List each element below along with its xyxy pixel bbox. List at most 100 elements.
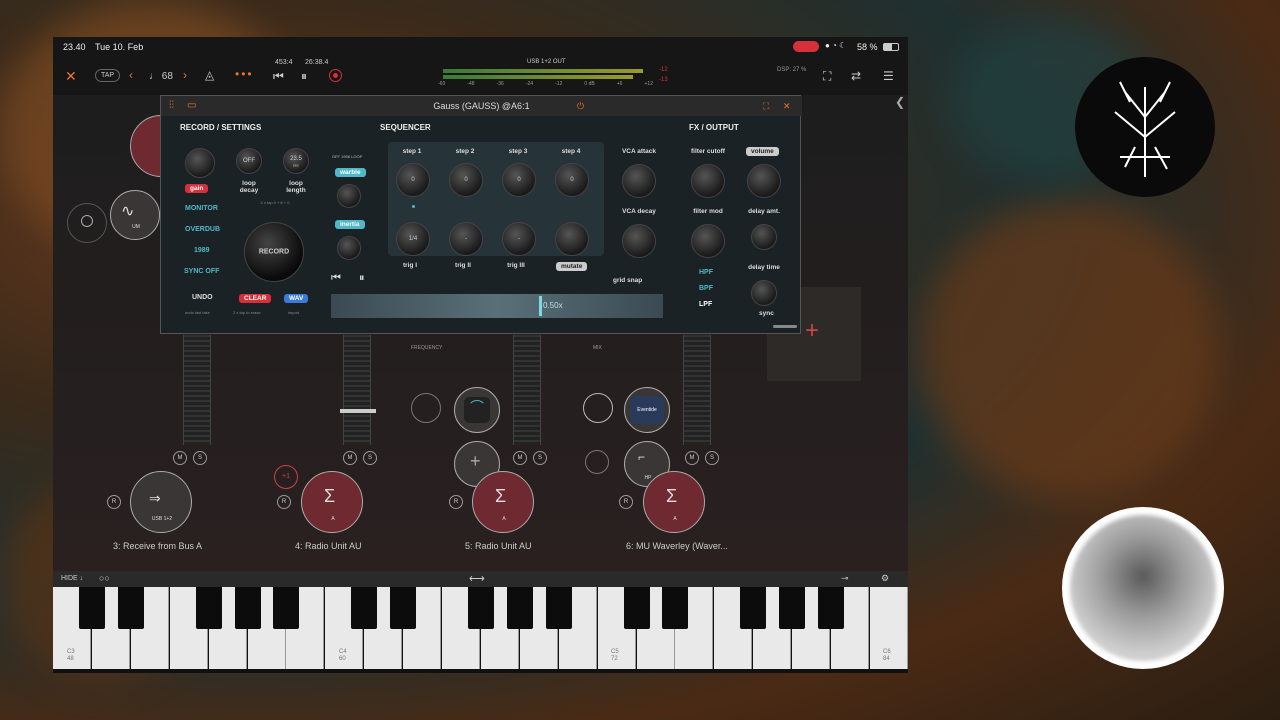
loop-mode-selector[interactable]: OFF 1996 LOOP: [332, 154, 362, 159]
mixer-icon[interactable]: ⫶⫶: [169, 96, 174, 116]
inertia-button[interactable]: inertia: [335, 220, 365, 229]
delay-time-knob[interactable]: [751, 280, 777, 306]
wav-button[interactable]: WAV: [284, 294, 309, 303]
sync-toggle[interactable]: sync: [759, 310, 774, 317]
node-um[interactable]: ∿ UM: [110, 190, 160, 240]
metronome-icon[interactable]: ◬: [205, 68, 214, 82]
fader-ch5[interactable]: [513, 335, 541, 445]
filter-lpf[interactable]: LPF: [699, 301, 712, 308]
mode-monitor[interactable]: MONITOR: [185, 205, 218, 212]
tap-button[interactable]: TAP: [95, 69, 121, 82]
black-key[interactable]: [662, 587, 689, 629]
volume-button[interactable]: volume: [746, 147, 779, 156]
resize-arrows-icon[interactable]: ⟷: [469, 572, 485, 585]
black-key[interactable]: [117, 587, 144, 629]
node-eventide[interactable]: Eventide: [624, 387, 670, 433]
more-icon[interactable]: •••: [235, 67, 254, 81]
black-key[interactable]: [740, 587, 767, 629]
black-key[interactable]: [545, 587, 572, 629]
delay-amt-knob[interactable]: [751, 224, 777, 250]
tempo-display[interactable]: ♩ 68: [149, 71, 173, 82]
black-key[interactable]: [195, 587, 222, 629]
mute-button-ch3[interactable]: M: [173, 451, 187, 465]
mode-1989[interactable]: 1989: [194, 247, 210, 254]
record-arm-ch3[interactable]: R: [107, 495, 121, 509]
node-ch3[interactable]: ⇒ USB 1+2: [130, 471, 192, 533]
fader-ch4[interactable]: [340, 335, 376, 445]
vca-attack-knob[interactable]: [622, 164, 656, 198]
inertia-knob[interactable]: [337, 236, 361, 260]
mute-button-ch6[interactable]: M: [685, 451, 699, 465]
filter-bpf[interactable]: BPF: [699, 285, 713, 292]
record-arm-ch5[interactable]: R: [449, 495, 463, 509]
mix-knob[interactable]: [583, 393, 613, 423]
node-filter[interactable]: ⌒: [454, 387, 500, 433]
plus-one-badge[interactable]: +1: [274, 465, 298, 489]
warble-button[interactable]: warble: [335, 168, 366, 177]
collapse-tab-icon[interactable]: ❮: [895, 95, 905, 109]
power-icon[interactable]: ⏻: [577, 96, 584, 116]
gain-knob[interactable]: [185, 148, 215, 178]
black-key[interactable]: [390, 587, 417, 629]
black-key[interactable]: [506, 587, 533, 629]
expand-icon[interactable]: ⛶: [763, 96, 769, 116]
black-key[interactable]: [818, 587, 844, 629]
vca-decay-knob[interactable]: [622, 224, 656, 258]
swap-icon[interactable]: ⇄: [851, 69, 861, 83]
undo-button[interactable]: UNDO: [192, 294, 213, 301]
mode-sync-off[interactable]: SYNC OFF: [184, 268, 219, 275]
link-icon[interactable]: ○○: [99, 573, 110, 583]
loop-length-knob[interactable]: 23.5 sec: [283, 148, 309, 174]
warble-knob[interactable]: [337, 184, 361, 208]
resize-handle[interactable]: [773, 325, 797, 328]
mute-button-ch4[interactable]: M: [343, 451, 357, 465]
waveform-display[interactable]: 0.50x: [331, 294, 663, 318]
volume-knob[interactable]: [747, 164, 781, 198]
step-1-knob[interactable]: 0: [396, 163, 430, 197]
mutate-knob[interactable]: [555, 222, 589, 256]
record-arm-ch4[interactable]: R: [277, 495, 291, 509]
rewind-icon[interactable]: ⏮: [273, 69, 284, 84]
node-ch4[interactable]: ΣA: [301, 471, 363, 533]
black-key[interactable]: [234, 587, 261, 629]
fader-ch6[interactable]: [683, 335, 711, 445]
close-icon[interactable]: ✕: [65, 68, 77, 85]
trig-2-knob[interactable]: -: [449, 222, 483, 256]
black-key[interactable]: [623, 587, 650, 629]
mutate-button[interactable]: mutate: [556, 262, 588, 271]
record-icon[interactable]: [329, 69, 342, 82]
sequence-pause-icon[interactable]: ⏸: [359, 272, 365, 285]
filter-hpf[interactable]: HPF: [699, 269, 713, 276]
piano-keyboard[interactable]: C3 48 C4 60 C5 72 C6 84: [53, 587, 908, 673]
record-button[interactable]: RECORD: [244, 222, 304, 282]
fader-ch3[interactable]: [183, 335, 211, 445]
step-4-knob[interactable]: 0: [555, 163, 589, 197]
black-key[interactable]: [273, 587, 300, 629]
trig-3-knob[interactable]: -: [502, 222, 536, 256]
slider-icon[interactable]: ⊸: [841, 573, 849, 584]
mode-overdub[interactable]: OVERDUB: [185, 226, 220, 233]
sequence-restart-icon[interactable]: ⏮: [331, 272, 341, 285]
pause-icon[interactable]: ⏸: [301, 69, 307, 84]
gear-icon[interactable]: ⚙: [881, 573, 889, 584]
grid-snap-toggle[interactable]: grid snap: [613, 277, 642, 284]
step-3-knob[interactable]: 0: [502, 163, 536, 197]
frequency-knob[interactable]: [411, 393, 441, 423]
trig-1-knob[interactable]: 1/4: [396, 222, 430, 256]
step-2-knob[interactable]: 0: [449, 163, 483, 197]
clear-button[interactable]: CLEAR: [239, 294, 272, 303]
close-plugin-icon[interactable]: ✕: [783, 96, 791, 116]
solo-button-ch6[interactable]: S: [705, 451, 719, 465]
black-key[interactable]: [467, 587, 494, 629]
hide-keyboard-button[interactable]: HIDE ↓: [61, 575, 83, 582]
chevron-left-icon[interactable]: ‹: [129, 68, 133, 82]
record-arm-ch6[interactable]: R: [619, 495, 633, 509]
black-key[interactable]: [351, 587, 378, 629]
black-key[interactable]: [779, 587, 806, 629]
chevron-right-icon[interactable]: ›: [183, 68, 187, 82]
gain-button[interactable]: gain: [185, 184, 209, 193]
filter-cutoff-knob[interactable]: [691, 164, 725, 198]
mute-button-ch5[interactable]: M: [513, 451, 527, 465]
solo-button-ch4[interactable]: S: [363, 451, 377, 465]
folder-icon[interactable]: ▭: [187, 96, 196, 116]
